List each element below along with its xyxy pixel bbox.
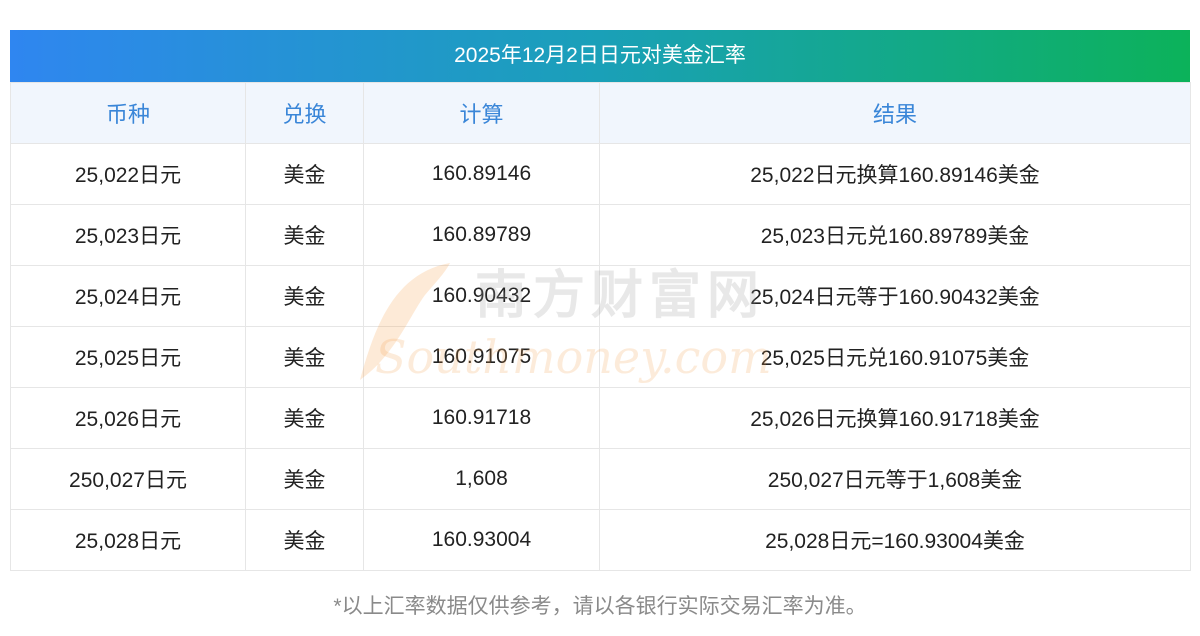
cell-calc: 1,608 — [363, 448, 600, 510]
cell-currency: 25,022日元 — [10, 143, 246, 205]
table-title: 2025年12月2日日元对美金汇率 — [10, 30, 1190, 82]
table-row: 25,024日元 美金 160.90432 25,024日元等于160.9043… — [10, 265, 1191, 327]
cell-result: 25,025日元兑160.91075美金 — [599, 326, 1191, 388]
column-header-exchange: 兑换 — [245, 82, 364, 144]
rate-table-container: 2025年12月2日日元对美金汇率 币种 兑换 计算 结果 25,022日元 美… — [10, 30, 1191, 571]
cell-calc: 160.89789 — [363, 204, 600, 266]
cell-currency: 25,024日元 — [10, 265, 246, 327]
table-row: 25,023日元 美金 160.89789 25,023日元兑160.89789… — [10, 204, 1191, 266]
cell-result: 25,024日元等于160.90432美金 — [599, 265, 1191, 327]
cell-target: 美金 — [245, 143, 364, 205]
column-header-result: 结果 — [599, 82, 1191, 144]
table-row: 25,026日元 美金 160.91718 25,026日元换算160.9171… — [10, 387, 1191, 449]
cell-calc: 160.90432 — [363, 265, 600, 327]
cell-calc: 160.93004 — [363, 509, 600, 571]
table-row: 25,022日元 美金 160.89146 25,022日元换算160.8914… — [10, 143, 1191, 205]
cell-currency: 25,025日元 — [10, 326, 246, 388]
table-header-row: 币种 兑换 计算 结果 — [10, 82, 1191, 144]
cell-target: 美金 — [245, 448, 364, 510]
cell-target: 美金 — [245, 509, 364, 571]
cell-target: 美金 — [245, 265, 364, 327]
exchange-rate-table: 币种 兑换 计算 结果 25,022日元 美金 160.89146 25,022… — [10, 82, 1191, 571]
table-row: 25,028日元 美金 160.93004 25,028日元=160.93004… — [10, 509, 1191, 571]
cell-target: 美金 — [245, 387, 364, 449]
cell-result: 25,028日元=160.93004美金 — [599, 509, 1191, 571]
cell-currency: 25,023日元 — [10, 204, 246, 266]
column-header-currency: 币种 — [10, 82, 246, 144]
cell-result: 25,022日元换算160.89146美金 — [599, 143, 1191, 205]
column-header-calc: 计算 — [363, 82, 600, 144]
cell-calc: 160.91718 — [363, 387, 600, 449]
disclaimer-note: *以上汇率数据仅供参考，请以各银行实际交易汇率为准。 — [333, 595, 867, 618]
cell-result: 25,026日元换算160.91718美金 — [599, 387, 1191, 449]
cell-calc: 160.89146 — [363, 143, 600, 205]
cell-currency: 25,026日元 — [10, 387, 246, 449]
cell-currency: 25,028日元 — [10, 509, 246, 571]
cell-currency: 250,027日元 — [10, 448, 246, 510]
table-row: 250,027日元 美金 1,608 250,027日元等于1,608美金 — [10, 448, 1191, 510]
cell-calc: 160.91075 — [363, 326, 600, 388]
cell-target: 美金 — [245, 204, 364, 266]
cell-target: 美金 — [245, 326, 364, 388]
table-row: 25,025日元 美金 160.91075 25,025日元兑160.91075… — [10, 326, 1191, 388]
cell-result: 25,023日元兑160.89789美金 — [599, 204, 1191, 266]
cell-result: 250,027日元等于1,608美金 — [599, 448, 1191, 510]
